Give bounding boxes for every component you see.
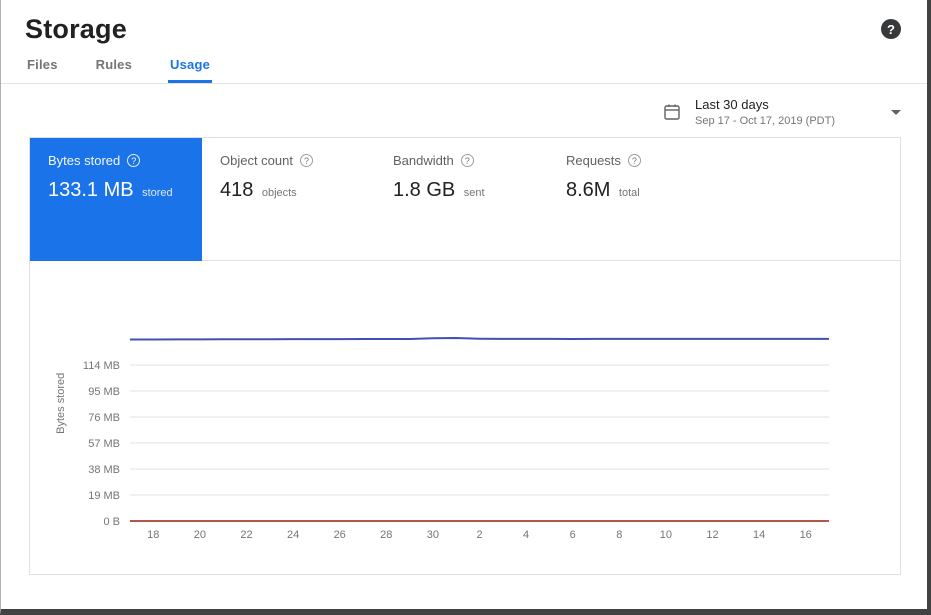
page-header: Storage ? bbox=[1, 0, 927, 45]
date-range-value: Last 30 days bbox=[695, 97, 835, 112]
metric-label-row: Object count ? bbox=[220, 153, 357, 168]
metric-card-requests[interactable]: Requests ? 8.6M total bbox=[548, 138, 721, 260]
svg-text:19 MB: 19 MB bbox=[88, 490, 120, 502]
tab-usage[interactable]: Usage bbox=[168, 57, 212, 83]
metric-unit: stored bbox=[142, 187, 173, 199]
svg-text:22: 22 bbox=[240, 529, 252, 541]
svg-text:10: 10 bbox=[660, 529, 672, 541]
tab-bar: Files Rules Usage bbox=[1, 57, 927, 84]
metric-label: Requests bbox=[566, 153, 621, 168]
metric-card-bytes-stored[interactable]: Bytes stored ? 133.1 MB stored bbox=[30, 138, 202, 260]
metric-label-row: Requests ? bbox=[566, 153, 703, 168]
usage-chart: 114 MB95 MB76 MB57 MB38 MB19 MB0 B182022… bbox=[30, 269, 904, 551]
page-title: Storage bbox=[25, 14, 127, 45]
svg-text:2: 2 bbox=[476, 529, 482, 541]
date-range-picker[interactable]: Last 30 days Sep 17 - Oct 17, 2019 (PDT) bbox=[663, 97, 901, 127]
svg-text:16: 16 bbox=[800, 529, 812, 541]
metric-label-row: Bandwidth ? bbox=[393, 153, 530, 168]
metric-label: Bytes stored bbox=[48, 153, 120, 168]
svg-text:20: 20 bbox=[194, 529, 206, 541]
metric-card-bandwidth[interactable]: Bandwidth ? 1.8 GB sent bbox=[375, 138, 548, 260]
storage-page: Storage ? Files Rules Usage Last 30 days… bbox=[0, 0, 931, 615]
svg-text:76 MB: 76 MB bbox=[88, 412, 120, 424]
svg-text:6: 6 bbox=[570, 529, 576, 541]
svg-text:30: 30 bbox=[427, 529, 439, 541]
svg-text:57 MB: 57 MB bbox=[88, 438, 120, 450]
metric-card-object-count[interactable]: Object count ? 418 objects bbox=[202, 138, 375, 260]
usage-panel: Bytes stored ? 133.1 MB stored Object co… bbox=[29, 137, 901, 575]
metric-value-row: 418 objects bbox=[220, 179, 357, 202]
metric-label: Object count bbox=[220, 153, 293, 168]
svg-text:0 B: 0 B bbox=[103, 516, 120, 528]
help-icon[interactable]: ? bbox=[881, 19, 901, 39]
metric-unit: sent bbox=[464, 187, 485, 199]
svg-text:95 MB: 95 MB bbox=[88, 386, 120, 398]
svg-text:14: 14 bbox=[753, 529, 765, 541]
metric-value: 418 bbox=[220, 179, 253, 201]
metric-cards: Bytes stored ? 133.1 MB stored Object co… bbox=[30, 138, 900, 261]
tab-rules[interactable]: Rules bbox=[94, 57, 134, 83]
chart-area: 114 MB95 MB76 MB57 MB38 MB19 MB0 B182022… bbox=[30, 261, 900, 556]
svg-text:4: 4 bbox=[523, 529, 529, 541]
metric-label-row: Bytes stored ? bbox=[48, 153, 184, 168]
date-range-text: Last 30 days Sep 17 - Oct 17, 2019 (PDT) bbox=[695, 97, 835, 127]
date-range-row: Last 30 days Sep 17 - Oct 17, 2019 (PDT) bbox=[1, 84, 927, 133]
date-range-detail: Sep 17 - Oct 17, 2019 (PDT) bbox=[695, 115, 835, 127]
metric-value-row: 133.1 MB stored bbox=[48, 179, 184, 202]
svg-text:38 MB: 38 MB bbox=[88, 464, 120, 476]
tab-files[interactable]: Files bbox=[25, 57, 60, 83]
svg-text:28: 28 bbox=[380, 529, 392, 541]
help-circle-icon: ? bbox=[628, 154, 641, 167]
svg-text:114 MB: 114 MB bbox=[83, 360, 120, 372]
svg-text:Bytes stored: Bytes stored bbox=[55, 373, 67, 434]
help-circle-icon: ? bbox=[127, 154, 140, 167]
svg-text:8: 8 bbox=[616, 529, 622, 541]
metric-value: 1.8 GB bbox=[393, 179, 455, 201]
calendar-icon bbox=[663, 103, 681, 121]
svg-text:26: 26 bbox=[334, 529, 346, 541]
metric-unit: total bbox=[619, 187, 640, 199]
chevron-down-icon bbox=[891, 110, 901, 115]
svg-text:18: 18 bbox=[147, 529, 159, 541]
metric-value: 8.6M bbox=[566, 179, 610, 201]
help-circle-icon: ? bbox=[300, 154, 313, 167]
svg-text:12: 12 bbox=[706, 529, 718, 541]
svg-text:24: 24 bbox=[287, 529, 299, 541]
metric-label: Bandwidth bbox=[393, 153, 454, 168]
metric-value: 133.1 MB bbox=[48, 179, 134, 201]
help-circle-icon: ? bbox=[461, 154, 474, 167]
metric-value-row: 8.6M total bbox=[566, 179, 703, 202]
metric-value-row: 1.8 GB sent bbox=[393, 179, 530, 202]
metric-unit: objects bbox=[262, 187, 297, 199]
